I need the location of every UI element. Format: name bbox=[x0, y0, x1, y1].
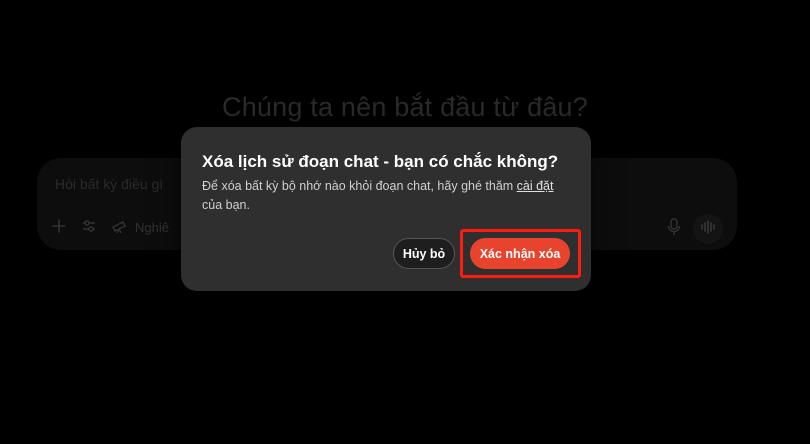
cancel-button[interactable]: Hủy bỏ bbox=[393, 238, 455, 269]
description-text-after: của bạn. bbox=[202, 198, 250, 212]
confirm-delete-button[interactable]: Xác nhận xóa bbox=[470, 238, 570, 269]
delete-chat-history-dialog: Xóa lịch sử đoạn chat - bạn có chắc khôn… bbox=[181, 127, 591, 291]
description-text-before: Để xóa bất kỳ bộ nhớ nào khỏi đoạn chat,… bbox=[202, 179, 517, 193]
settings-link[interactable]: cài đặt bbox=[517, 179, 554, 193]
research-tool-label: Nghiê bbox=[135, 220, 169, 235]
telescope-icon bbox=[111, 218, 129, 237]
prompt-input[interactable]: Hỏi bất kỳ điều gì bbox=[55, 176, 163, 192]
dialog-description: Để xóa bất kỳ bộ nhớ nào khỏi đoạn chat,… bbox=[202, 177, 572, 215]
waveform-icon bbox=[700, 219, 716, 239]
composer-actions bbox=[667, 214, 723, 244]
page: Chúng ta nên bắt đầu từ đâu? Hỏi bất kỳ … bbox=[0, 0, 810, 444]
tools-icon[interactable] bbox=[81, 218, 97, 237]
composer-tools: Nghiê bbox=[51, 218, 169, 237]
plus-icon[interactable] bbox=[51, 218, 67, 237]
research-tool-button[interactable]: Nghiê bbox=[111, 218, 169, 237]
welcome-heading: Chúng ta nên bắt đầu từ đâu? bbox=[222, 92, 588, 122]
microphone-icon[interactable] bbox=[667, 217, 681, 241]
voice-mode-button[interactable] bbox=[693, 214, 723, 244]
dialog-title: Xóa lịch sử đoạn chat - bạn có chắc khôn… bbox=[202, 152, 559, 171]
